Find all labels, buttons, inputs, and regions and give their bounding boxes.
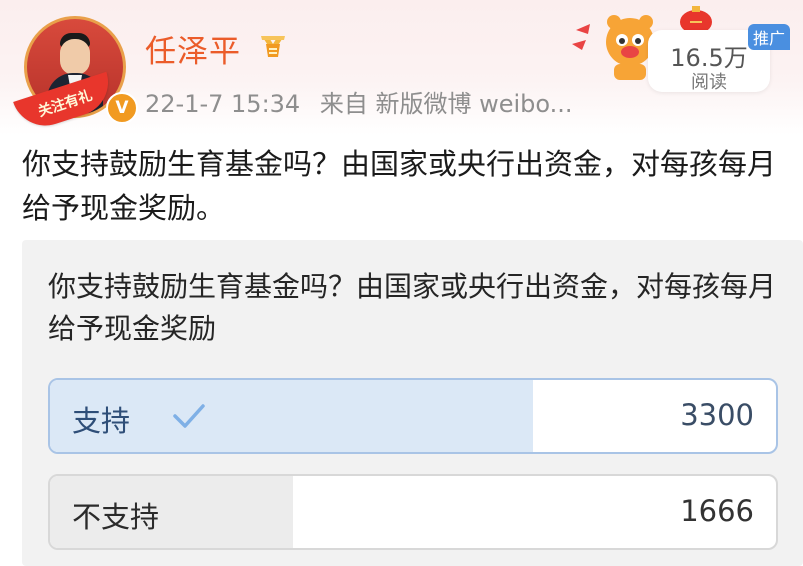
post-text: 你支持鼓励生育基金吗？由国家或央行出资金，对每孩每月给予现金奖励。: [22, 147, 777, 225]
post-time: 22-1-7 15:34: [145, 90, 301, 118]
post-source[interactable]: 来自 新版微博 weibo...: [320, 90, 573, 118]
poll-option-oppose[interactable]: 不支持 1666: [48, 474, 778, 550]
poll-option-label: 支持: [72, 404, 131, 438]
poll-option-support[interactable]: 支持 3300: [48, 378, 778, 454]
username[interactable]: 任泽平: [145, 26, 241, 71]
poll-option-label: 不支持: [72, 500, 160, 534]
promo-button[interactable]: 推广: [748, 24, 790, 50]
verified-icon: V: [106, 92, 138, 124]
poll-option-count: 1666: [680, 494, 754, 528]
medal-icon[interactable]: [258, 30, 288, 60]
poll-option-count: 3300: [680, 398, 754, 432]
check-icon: [173, 404, 205, 428]
post-header: 关注有礼 V 任泽平 22-1-7 15:34 来自 新版微博 weibo...…: [0, 0, 803, 135]
poll-card: 你支持鼓励生育基金吗？由国家或央行出资金，对每孩每月给予现金奖励 支持 3300…: [22, 240, 803, 566]
poll-question: 你支持鼓励生育基金吗？由国家或央行出资金，对每孩每月给予现金奖励: [48, 270, 777, 345]
avatar[interactable]: 关注有礼 V: [13, 14, 138, 135]
read-label: 阅读: [691, 72, 727, 93]
post-meta: 22-1-7 15:34 来自 新版微博 weibo...: [145, 84, 585, 119]
